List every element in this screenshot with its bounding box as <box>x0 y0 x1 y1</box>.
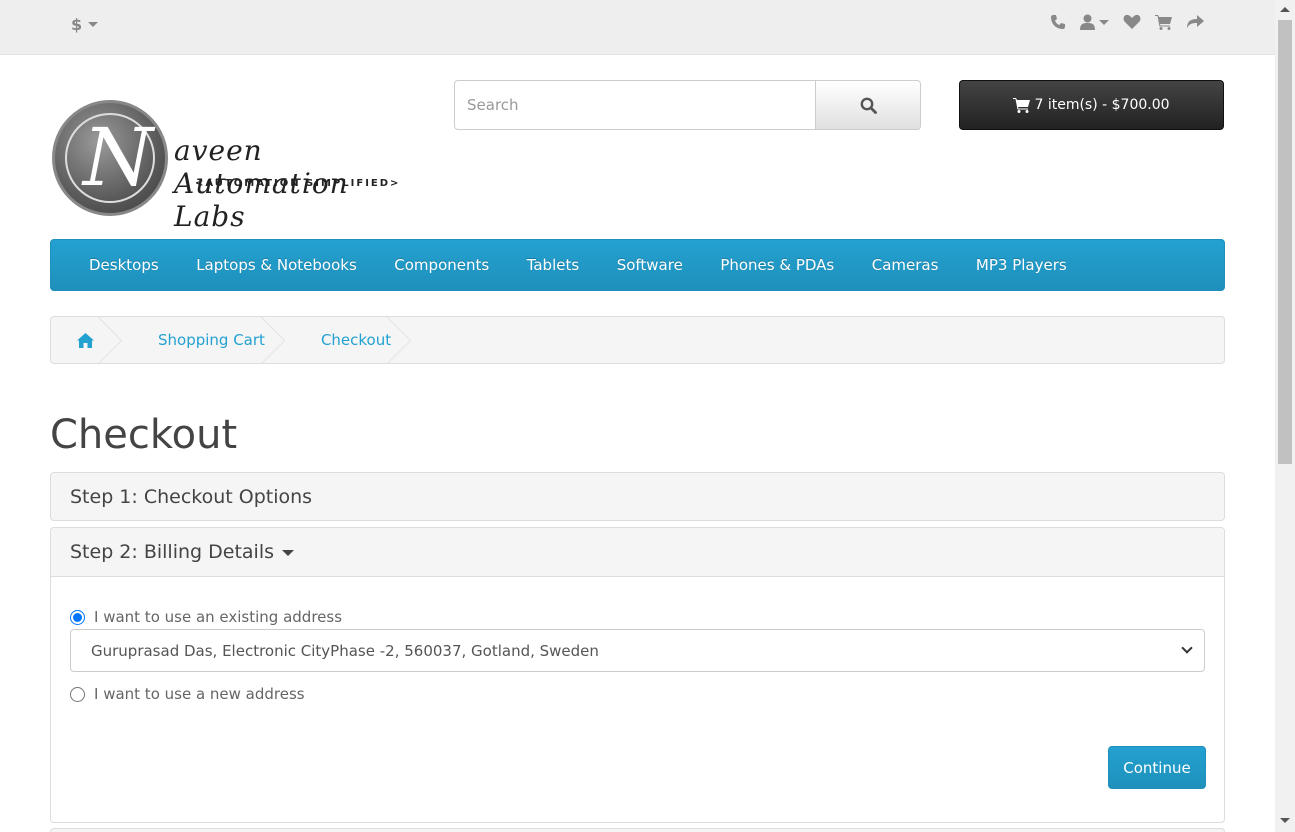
existing-address-option[interactable]: I want to use an existing address <box>70 608 342 626</box>
search-input[interactable] <box>454 80 816 130</box>
step1-title: Step 1: Checkout Options <box>70 486 313 508</box>
logo-emblem: N <box>52 100 168 216</box>
nav-item-phones-pdas[interactable]: Phones & PDAs <box>720 256 834 274</box>
caret-down-icon <box>88 22 99 27</box>
store-logo[interactable]: N aveen Automation Labs <AUTOMATION SIMP… <box>50 98 420 233</box>
scroll-down-arrow-icon[interactable] <box>1280 818 1290 823</box>
page-title: Checkout <box>50 412 238 458</box>
nav-item-cameras[interactable]: Cameras <box>872 256 939 274</box>
selected-address: Guruprasad Das, Electronic CityPhase -2,… <box>91 641 599 660</box>
nav-item-tablets[interactable]: Tablets <box>527 256 580 274</box>
share-icon[interactable] <box>1186 14 1204 30</box>
heart-icon[interactable] <box>1123 14 1141 30</box>
new-address-radio[interactable] <box>70 686 85 702</box>
cart-total-label: 7 item(s) - $700.00 <box>1034 97 1170 113</box>
new-address-option[interactable]: I want to use a new address <box>70 685 305 703</box>
top-bar: $ <box>0 0 1275 55</box>
caret-down-icon <box>1099 19 1109 25</box>
breadcrumb-shopping-cart[interactable]: Shopping Cart <box>122 317 285 363</box>
phone-icon[interactable] <box>1050 14 1066 30</box>
top-links <box>1050 14 1204 30</box>
chevron-down-icon <box>1181 642 1193 654</box>
breadcrumb-home[interactable] <box>51 317 122 363</box>
shopping-cart-icon <box>1013 98 1031 113</box>
step2-panel: Step 2: Billing Details I want to use an… <box>50 527 1225 823</box>
nav-item-desktops[interactable]: Desktops <box>89 256 159 274</box>
user-icon <box>1080 14 1095 30</box>
shopping-cart-icon[interactable] <box>1155 14 1172 30</box>
logo-letter: N <box>83 111 153 204</box>
logo-tagline: <AUTOMATION SIMPLIFIED> <box>195 178 401 189</box>
address-select[interactable]: Guruprasad Das, Electronic CityPhase -2,… <box>70 629 1205 672</box>
nav-item-mp3-players[interactable]: MP3 Players <box>976 256 1067 274</box>
step1-panel: Step 1: Checkout Options <box>50 472 1225 521</box>
step2-heading[interactable]: Step 2: Billing Details <box>51 528 1224 577</box>
breadcrumb: Shopping Cart Checkout <box>50 316 1225 364</box>
currency-dropdown[interactable]: $ <box>71 15 99 34</box>
home-icon <box>77 332 94 348</box>
existing-address-radio[interactable] <box>70 609 85 625</box>
search-button[interactable] <box>815 80 921 130</box>
cart-button[interactable]: 7 item(s) - $700.00 <box>959 80 1224 130</box>
nav-item-laptops-notebooks[interactable]: Laptops & Notebooks <box>196 256 357 274</box>
nav-item-software[interactable]: Software <box>617 256 683 274</box>
nav-item-components[interactable]: Components <box>394 256 489 274</box>
user-account-dropdown[interactable] <box>1080 14 1109 30</box>
existing-address-label: I want to use an existing address <box>94 608 343 626</box>
caret-down-icon <box>282 550 294 556</box>
breadcrumb-checkout[interactable]: Checkout <box>285 317 411 363</box>
continue-button[interactable]: Continue <box>1108 746 1206 789</box>
step2-title: Step 2: Billing Details <box>70 541 274 563</box>
next-step-panel <box>50 828 1225 832</box>
scrollbar[interactable] <box>1275 0 1295 832</box>
new-address-label: I want to use a new address <box>94 685 305 703</box>
step1-heading[interactable]: Step 1: Checkout Options <box>51 473 1224 521</box>
category-menu: Desktops Laptops & Notebooks Components … <box>50 239 1225 291</box>
search-icon <box>860 97 877 114</box>
scroll-thumb[interactable] <box>1278 20 1292 464</box>
scroll-up-arrow-icon[interactable] <box>1280 7 1290 12</box>
currency-symbol: $ <box>71 15 83 34</box>
